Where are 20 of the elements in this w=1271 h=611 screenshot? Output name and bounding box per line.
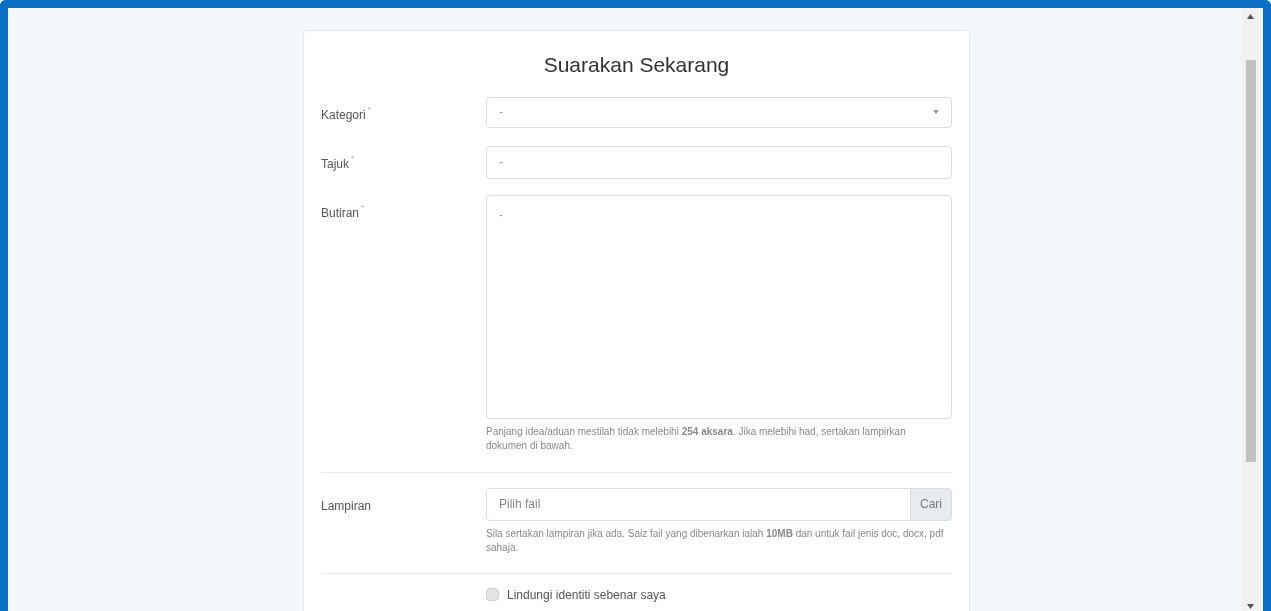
scrollbar[interactable] bbox=[1242, 8, 1259, 611]
field-label: Tajuk bbox=[321, 155, 349, 173]
title-input[interactable]: - bbox=[486, 145, 952, 179]
field-label: Kategori bbox=[321, 106, 366, 124]
help-text: Sila sertakan lampiran jika ada. Saiz fail yang dibenarkan ialah 10MB dan untuk fail jenis doc, docx, pdf sahaja. bbox=[486, 526, 945, 555]
field-label: Lampiran bbox=[321, 497, 372, 515]
details-textarea[interactable]: - bbox=[486, 194, 952, 419]
category-select[interactable]: - bbox=[486, 96, 952, 128]
checkbox[interactable] bbox=[486, 588, 499, 601]
help-text: Panjang idea/aduan mestilah tidak melebihi 254 aksara. Jika melebihi had, sertakan lampirkan dokumen di bawah. bbox=[486, 424, 907, 453]
scroll-up-icon[interactable] bbox=[1247, 14, 1254, 19]
scroll-down-icon[interactable] bbox=[1247, 604, 1254, 609]
scrollbar-thumb[interactable] bbox=[1245, 60, 1256, 462]
dropdown-caret-icon bbox=[933, 110, 939, 114]
field-label: Butiran bbox=[321, 204, 360, 222]
checkbox-label: Lindungi identiti sebenar saya bbox=[507, 586, 666, 604]
form-title: Suarakan Sekarang bbox=[542, 52, 731, 78]
required-mark: * bbox=[361, 201, 365, 214]
required-mark: * bbox=[367, 103, 371, 116]
required-mark: * bbox=[351, 152, 355, 165]
